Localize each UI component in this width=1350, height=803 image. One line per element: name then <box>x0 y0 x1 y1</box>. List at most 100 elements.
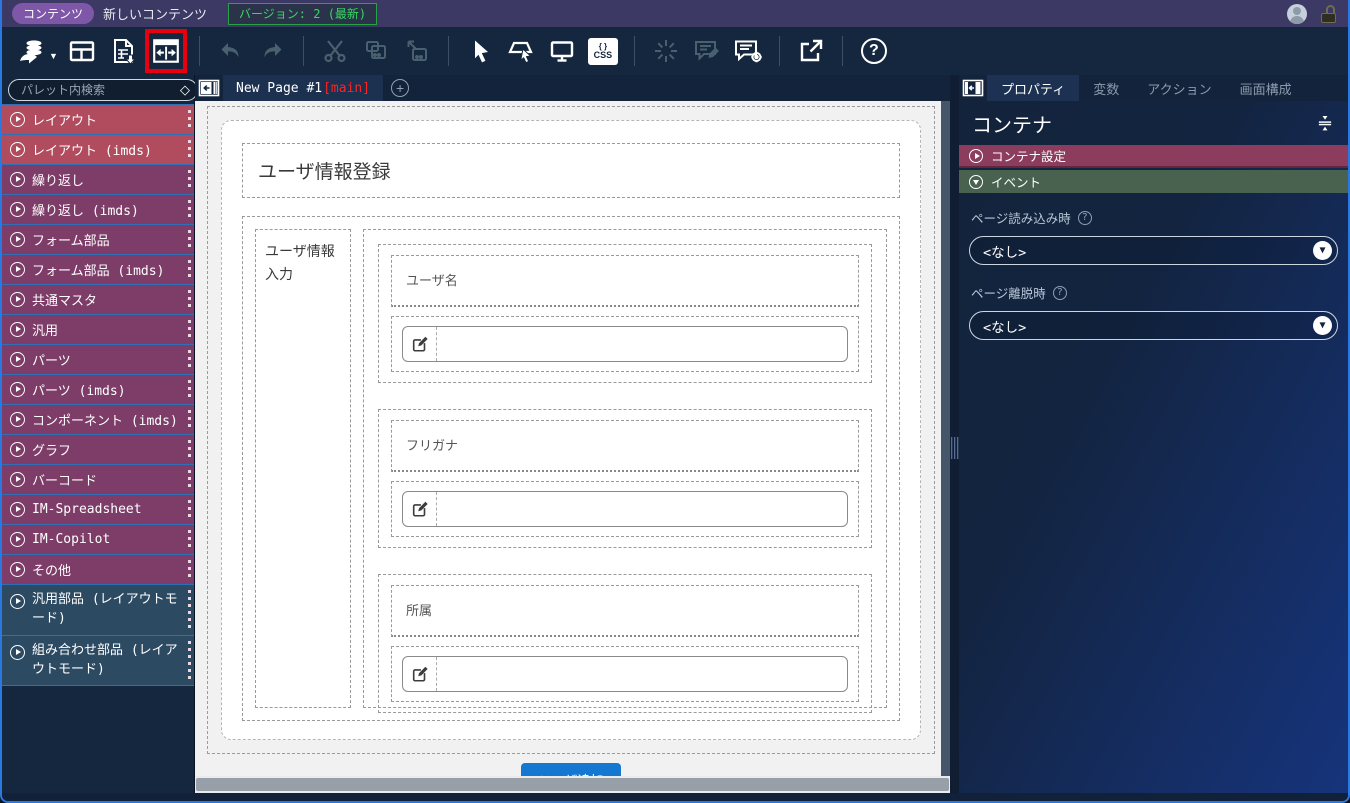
add-page-button[interactable]: + <box>383 75 417 101</box>
cut-button[interactable] <box>316 30 354 72</box>
events-content: ページ読み込み時 ? <なし> ▼ ページ離脱時 ? <なし> ▼ <box>959 193 1348 369</box>
toggle-properties-panel-button[interactable] <box>959 75 987 101</box>
paste-button[interactable] <box>398 30 436 72</box>
palette-search-box[interactable]: ◇ <box>8 78 198 101</box>
canvas-vertical-scrollbar[interactable] <box>941 101 950 776</box>
field-group-username[interactable]: ユーザ名 <box>378 244 872 383</box>
page-leave-select[interactable]: <なし> ▼ <box>969 311 1338 340</box>
help-icon[interactable]: ? <box>1052 285 1067 300</box>
bottom-bar <box>2 793 1348 801</box>
open-external-button[interactable] <box>792 30 830 72</box>
input-drop-zone[interactable] <box>391 481 859 537</box>
save-database-button[interactable] <box>12 30 50 72</box>
expand-icon <box>10 412 25 427</box>
field-label[interactable]: ユーザ名 <box>391 255 859 307</box>
palette-item-im-copilot[interactable]: IM-Copilot <box>2 524 194 554</box>
copy-button[interactable] <box>357 30 395 72</box>
palette-item-component-imds[interactable]: コンポーネント (imds) <box>2 404 194 434</box>
clear-search-icon[interactable]: ◇ <box>180 82 190 98</box>
user-avatar-icon[interactable] <box>1287 3 1307 24</box>
expand-icon <box>10 502 25 517</box>
collapse-sections-button[interactable] <box>1315 113 1335 133</box>
container-element[interactable]: ユーザ情報登録 ユーザ情報入力 ユーザ名 フリガナ 所属 <box>221 120 921 740</box>
palette-item-others[interactable]: その他 <box>2 554 194 584</box>
palette-item-form-parts-imds[interactable]: フォーム部品 (imds) <box>2 254 194 284</box>
edit-button[interactable] <box>403 492 437 526</box>
section-container-settings[interactable]: コンテナ設定 <box>959 145 1348 168</box>
comment-settings-button[interactable] <box>729 30 767 72</box>
unlock-icon[interactable] <box>1320 4 1338 24</box>
tab-screen-structure[interactable]: 画面構成 <box>1226 75 1306 101</box>
text-input[interactable] <box>437 492 847 526</box>
database-export-icon <box>20 40 42 64</box>
refresh-status-button[interactable] <box>647 30 685 72</box>
input-drop-zone[interactable] <box>391 316 859 372</box>
comment-settings-icon <box>734 40 762 63</box>
field-label[interactable]: 所属 <box>391 585 859 637</box>
splitter-handle-icon[interactable] <box>950 437 959 459</box>
dropdown-caret-icon[interactable]: ▼ <box>1313 241 1332 260</box>
palette-item-im-spreadsheet[interactable]: IM-Spreadsheet <box>2 494 194 524</box>
text-input[interactable] <box>437 327 847 361</box>
palette-item-barcode[interactable]: バーコード <box>2 464 194 494</box>
section-events[interactable]: イベント <box>959 170 1348 193</box>
palette-item-common-master[interactable]: 共通マスタ <box>2 284 194 314</box>
page-load-select[interactable]: <なし> ▼ <box>969 236 1338 265</box>
help-icon[interactable]: ? <box>1077 210 1092 225</box>
field-group-furigana[interactable]: フリガナ <box>378 409 872 548</box>
palette-item-form-parts[interactable]: フォーム部品 <box>2 224 194 254</box>
field-label[interactable]: フリガナ <box>391 420 859 472</box>
form-layout-element[interactable]: ユーザ情報入力 ユーザ名 フリガナ 所属 <box>242 216 900 721</box>
comment-edit-button[interactable] <box>688 30 726 72</box>
add-user-button[interactable]: ユーザ追加 <box>521 763 621 776</box>
region-select-tool-button[interactable] <box>502 30 540 72</box>
palette-search-input[interactable] <box>19 81 176 98</box>
page-title-element[interactable]: ユーザ情報登録 <box>242 143 900 198</box>
palette-item-layout[interactable]: レイアウト <box>2 104 194 134</box>
text-field[interactable] <box>402 656 848 692</box>
properties-tab-bar: プロパティ 変数 アクション 画面構成 <box>959 75 1348 101</box>
save-dropdown-caret-icon[interactable]: ▼ <box>49 51 58 61</box>
text-input[interactable] <box>437 657 847 691</box>
palette-item-repeat[interactable]: 繰り返し <box>2 164 194 194</box>
palette-item-graph[interactable]: グラフ <box>2 434 194 464</box>
palette-item-general[interactable]: 汎用 <box>2 314 194 344</box>
spreadsheet-export-button[interactable] <box>104 30 142 72</box>
palette-item-combination-layout-mode[interactable]: 組み合わせ部品 (レイアウトモード) <box>2 634 194 687</box>
tab-actions[interactable]: アクション <box>1133 75 1225 101</box>
undo-button[interactable] <box>212 30 250 72</box>
palette-item-repeat-imds[interactable]: 繰り返し (imds) <box>2 194 194 224</box>
field-group-department[interactable]: 所属 <box>378 574 872 713</box>
preview-button[interactable] <box>543 30 581 72</box>
css-edit-button[interactable]: { } CSS <box>584 30 622 72</box>
dropdown-caret-icon[interactable]: ▼ <box>1313 316 1332 335</box>
panel-splitter[interactable] <box>950 75 959 793</box>
help-button[interactable]: ? <box>855 30 893 72</box>
edit-button[interactable] <box>403 657 437 691</box>
layout-template-button[interactable] <box>63 30 101 72</box>
form-group-label[interactable]: ユーザ情報入力 <box>255 229 351 708</box>
form-fields-column[interactable]: ユーザ名 フリガナ 所属 <box>363 229 887 713</box>
palette-item-general-layout-mode[interactable]: 汎用部品 (レイアウトモード) <box>2 584 194 635</box>
palette-item-parts[interactable]: パーツ <box>2 344 194 374</box>
toggle-palette-button[interactable] <box>195 75 223 101</box>
page-tab-active[interactable]: New Page #1 [main] <box>223 75 384 101</box>
redo-button[interactable] <box>253 30 291 72</box>
collapse-icon <box>969 174 983 189</box>
tab-properties[interactable]: プロパティ <box>987 75 1080 101</box>
select-tool-button[interactable] <box>461 30 499 72</box>
scrollbar-thumb[interactable] <box>196 778 949 791</box>
expand-icon <box>10 382 25 397</box>
edit-button[interactable] <box>403 327 437 361</box>
palette-item-layout-imds[interactable]: レイアウト (imds) <box>2 134 194 164</box>
collapse-right-panel-icon <box>962 79 984 97</box>
design-canvas[interactable]: ユーザ情報登録 ユーザ情報入力 ユーザ名 フリガナ 所属 <box>195 101 941 776</box>
page-drop-zone[interactable]: ユーザ情報登録 ユーザ情報入力 ユーザ名 フリガナ 所属 <box>207 106 935 754</box>
canvas-horizontal-scrollbar[interactable] <box>195 776 950 793</box>
input-drop-zone[interactable] <box>391 646 859 702</box>
split-view-button-highlighted[interactable] <box>144 29 187 73</box>
text-field[interactable] <box>402 326 848 362</box>
text-field[interactable] <box>402 491 848 527</box>
tab-variables[interactable]: 変数 <box>1079 75 1133 101</box>
palette-item-parts-imds[interactable]: パーツ (imds) <box>2 374 194 404</box>
